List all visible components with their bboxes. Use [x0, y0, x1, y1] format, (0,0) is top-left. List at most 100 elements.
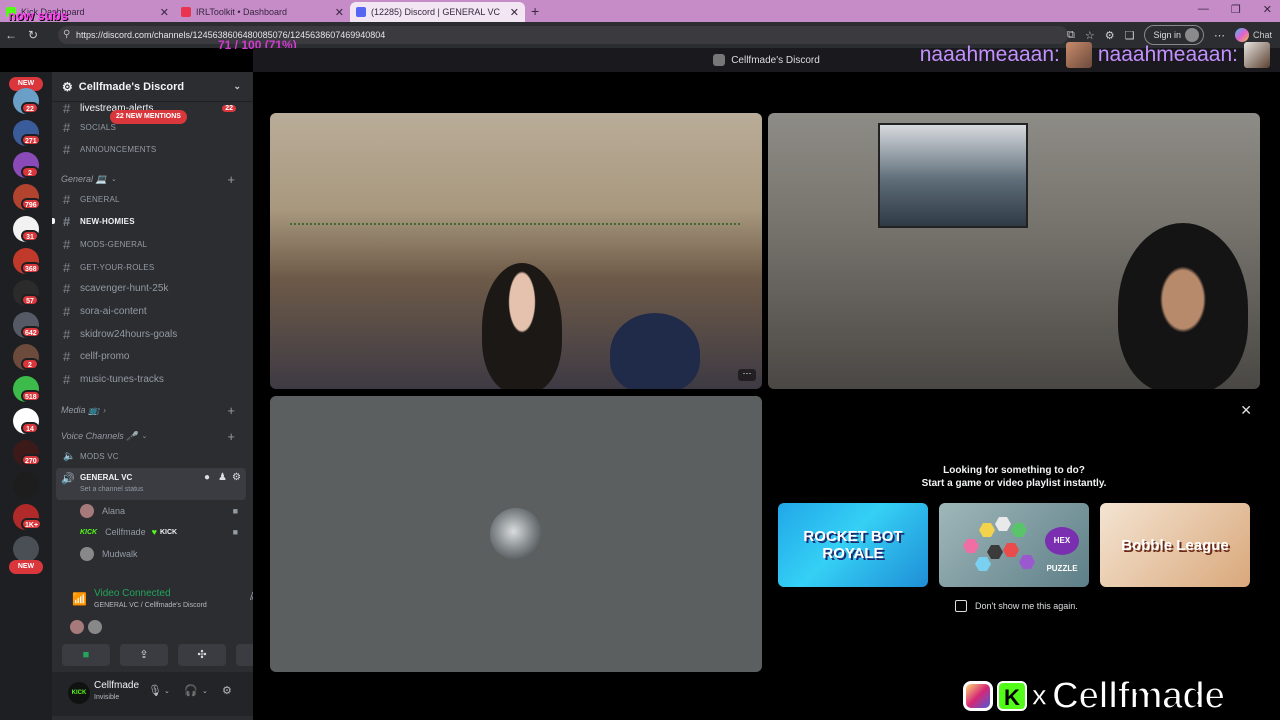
voice-user-mudwalk[interactable]: Mudwalk — [80, 544, 246, 564]
channel-name: MODS-GENERAL — [80, 239, 148, 249]
copilot-icon — [1234, 28, 1249, 42]
user-settings-icon[interactable]: ⚙ — [222, 684, 232, 697]
minimize-icon[interactable]: — — [1198, 3, 1209, 16]
category-voice[interactable]: Voice Channels 🎤 ⌄ + — [61, 429, 245, 444]
channel-music-tunes[interactable]: # music-tunes-tracks — [60, 369, 246, 389]
dont-show-checkbox[interactable] — [955, 600, 967, 612]
user-name[interactable]: Cellfmade — [94, 680, 139, 691]
video-tile-alana[interactable]: ⋯ — [270, 113, 762, 389]
tab-discord[interactable]: (12285) Discord | GENERAL VC ✕ — [350, 2, 525, 22]
back-icon[interactable]: ← — [0, 28, 22, 42]
channel-sora-ai-content[interactable]: # sora-ai-content — [60, 301, 246, 321]
category-label: Voice Channels 🎤 — [61, 430, 138, 441]
channel-cellf-promo[interactable]: # cellf-promo — [60, 346, 246, 366]
server-badge: 14 — [21, 422, 39, 434]
voice-channel-general-vc[interactable]: 🔊 GENERAL VC Set a channel status ● ♟ ⚙ — [56, 468, 246, 500]
category-label: Media 📺 — [61, 404, 100, 415]
microphone-icon[interactable]: 🎙 — [148, 684, 162, 697]
video-tile-mudwalk[interactable] — [270, 396, 762, 672]
maximize-icon[interactable]: ❐ — [1231, 3, 1241, 16]
extensions-icon[interactable]: ⚙ — [1105, 29, 1115, 42]
close-tab-icon[interactable]: ✕ — [335, 6, 344, 19]
hash-icon: # — [63, 213, 71, 229]
server-badge: 271 — [21, 134, 41, 146]
game-card-bobble-league[interactable]: Bobble League — [1100, 503, 1250, 587]
category-media[interactable]: Media 📺 › + — [61, 403, 245, 418]
server-title: Cellfmade's Discord — [78, 80, 185, 93]
headphones-icon[interactable]: 🎧 — [184, 684, 198, 697]
tab-title: (12285) Discord | GENERAL VC — [371, 7, 501, 17]
new-tab-icon[interactable]: + — [531, 3, 539, 19]
chevron-down-icon[interactable]: ⌄ — [202, 687, 208, 695]
server-settings-icon: ⚙ — [62, 79, 73, 94]
create-channel-icon[interactable]: + — [227, 429, 235, 444]
dont-show-again[interactable]: Don't show me this again. — [955, 600, 1078, 612]
video-tile-cellfmade[interactable] — [768, 113, 1260, 389]
overlay-avatar-1 — [1065, 42, 1092, 68]
create-channel-icon[interactable]: + — [227, 172, 235, 187]
channel-announcements[interactable]: # ANNOUNCEMENTS — [60, 139, 246, 159]
voice-user-cellfmade[interactable]: KICK Cellfmade ♥ KICK ■ — [80, 522, 246, 542]
channel-scavenger-hunt[interactable]: # scavenger-hunt-25k — [60, 278, 246, 298]
channel-name: SOCIALS — [80, 122, 117, 132]
activities-button[interactable]: ✣ — [178, 644, 226, 666]
server-badge: 2 — [21, 358, 39, 370]
close-window-icon[interactable]: ✕ — [1263, 3, 1272, 16]
camera-button[interactable]: ■ — [62, 644, 110, 666]
instagram-logo-icon — [963, 681, 993, 711]
close-icon[interactable]: ✕ — [1240, 402, 1252, 419]
close-tab-icon[interactable]: ✕ — [160, 6, 169, 19]
collections-icon[interactable]: ❑ — [1125, 29, 1135, 42]
channel-name: music-tunes-tracks — [80, 373, 164, 385]
invite-icon[interactable]: ♟ — [218, 472, 227, 483]
voice-user-alana[interactable]: Alana ■ — [80, 501, 246, 521]
category-general[interactable]: General 💻 ⌄ + — [61, 172, 245, 187]
channel-general[interactable]: # GENERAL — [60, 189, 246, 209]
create-channel-icon[interactable]: + — [227, 403, 235, 418]
channel-name: scavenger-hunt-25k — [80, 282, 169, 294]
voice-channel-mods-vc[interactable]: 🔈 MODS VC — [60, 446, 246, 466]
avatar[interactable]: KICK — [68, 682, 90, 704]
screen-share-icon: ⇪ — [139, 649, 149, 661]
promo-heading: Looking for something to do? — [943, 465, 1085, 476]
channel-socials[interactable]: # SOCIALS — [60, 117, 246, 137]
site-info-icon[interactable]: ⚲ — [63, 29, 70, 40]
channel-get-your-roles[interactable]: # GET-YOUR-ROLES — [60, 257, 246, 277]
channel-skidrow-goals[interactable]: # skidrow24hours-goals — [60, 324, 246, 344]
chevron-down-icon[interactable]: ⌄ — [164, 687, 170, 695]
favorite-star-icon[interactable]: ☆ — [1085, 29, 1095, 42]
server-badge: 368 — [21, 262, 41, 274]
avatar — [80, 547, 94, 561]
reload-icon[interactable]: ↻ — [22, 28, 44, 42]
channel-sidebar: ⚙ Cellfmade's Discord ⌄ # livestream-ale… — [52, 72, 288, 720]
more-options-icon[interactable]: ⋯ — [738, 369, 756, 381]
signal-icon[interactable]: 📶 — [72, 592, 87, 606]
copilot-chat-button[interactable]: Chat — [1234, 28, 1272, 42]
server-icon[interactable] — [13, 472, 39, 498]
channel-name: GENERAL VC — [80, 473, 133, 482]
game-card-rocket-bot-royale[interactable]: ROCKET BOT ROYALE — [778, 503, 928, 587]
server-badge: 518 — [21, 390, 41, 402]
avatar — [80, 504, 94, 518]
channel-name: MODS VC — [80, 451, 119, 461]
voice-user-name: Mudwalk — [102, 549, 138, 559]
chat-bubble-icon[interactable]: ● — [204, 472, 210, 483]
settings-icon[interactable]: ⚙ — [232, 472, 241, 483]
channel-status[interactable]: Set a channel status — [80, 486, 143, 493]
server-icon[interactable] — [13, 536, 39, 562]
screen-share-button[interactable]: ⇪ — [120, 644, 168, 666]
server-badge: 57 — [21, 294, 39, 306]
connection-location[interactable]: GENERAL VC / Cellfmade's Discord — [94, 602, 207, 609]
tab-irltoolkit[interactable]: IRLToolkit • Dashboard ✕ — [175, 2, 350, 22]
hex-tile — [1019, 555, 1035, 569]
game-card-hex-puzzle[interactable]: HEX PUZZLE — [939, 503, 1089, 587]
new-pill[interactable]: NEW — [9, 560, 43, 574]
app-install-icon[interactable]: ⧉ — [1067, 29, 1075, 42]
channel-new-homies[interactable]: # NEW-HOMIES — [52, 211, 246, 231]
server-list: NEW 22 271 2 796 31 368 57 642 2 518 14 … — [0, 72, 52, 720]
chevron-right-icon: › — [103, 405, 106, 415]
more-menu-icon[interactable]: ⋯ — [1214, 29, 1225, 42]
close-tab-icon[interactable]: ✕ — [510, 6, 519, 19]
url-field[interactable]: ⚲ https://discord.com/channels/124563860… — [58, 26, 1068, 44]
channel-mods-general[interactable]: # MODS-GENERAL — [60, 234, 246, 254]
